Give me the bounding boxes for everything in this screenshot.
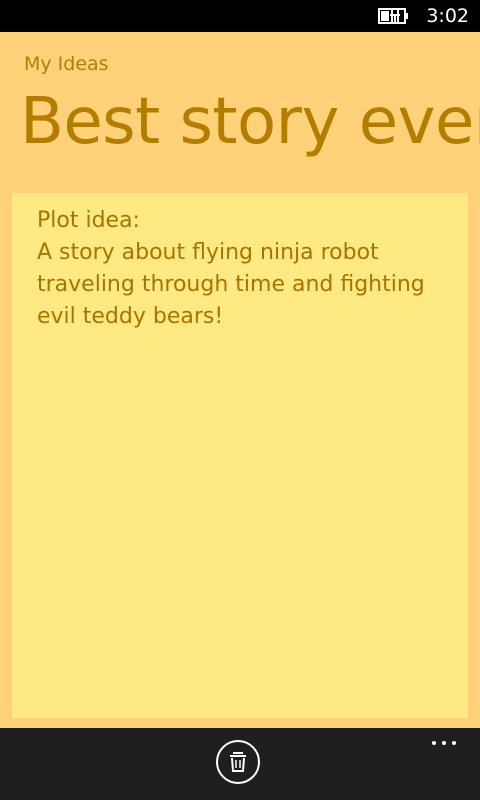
- note-page: My Ideas Best story ever Plot idea: A st…: [0, 32, 480, 728]
- trash-icon: [230, 752, 246, 772]
- note-line: A story about flying ninja robot: [37, 240, 379, 265]
- page-title: Best story ever: [20, 85, 480, 159]
- phone-screen: 3:02 My Ideas Best story ever Plot idea:…: [0, 0, 480, 800]
- battery-charging-icon: [378, 8, 408, 24]
- delete-button[interactable]: [216, 740, 260, 784]
- note-line: Plot idea:: [37, 208, 140, 233]
- more-options-button[interactable]: [424, 736, 464, 756]
- clock: 3:02: [426, 5, 469, 27]
- app-bar: [0, 728, 480, 800]
- note-line: traveling through time and fighting: [37, 272, 425, 297]
- ellipsis-dot: [442, 741, 446, 745]
- status-bar: 3:02: [0, 0, 480, 32]
- app-title: My Ideas: [24, 53, 109, 75]
- ellipsis-icon: [432, 741, 436, 745]
- note-text-area[interactable]: Plot idea: A story about flying ninja ro…: [12, 193, 468, 718]
- note-line: evil teddy bears!: [37, 304, 224, 329]
- ellipsis-dot: [452, 741, 456, 745]
